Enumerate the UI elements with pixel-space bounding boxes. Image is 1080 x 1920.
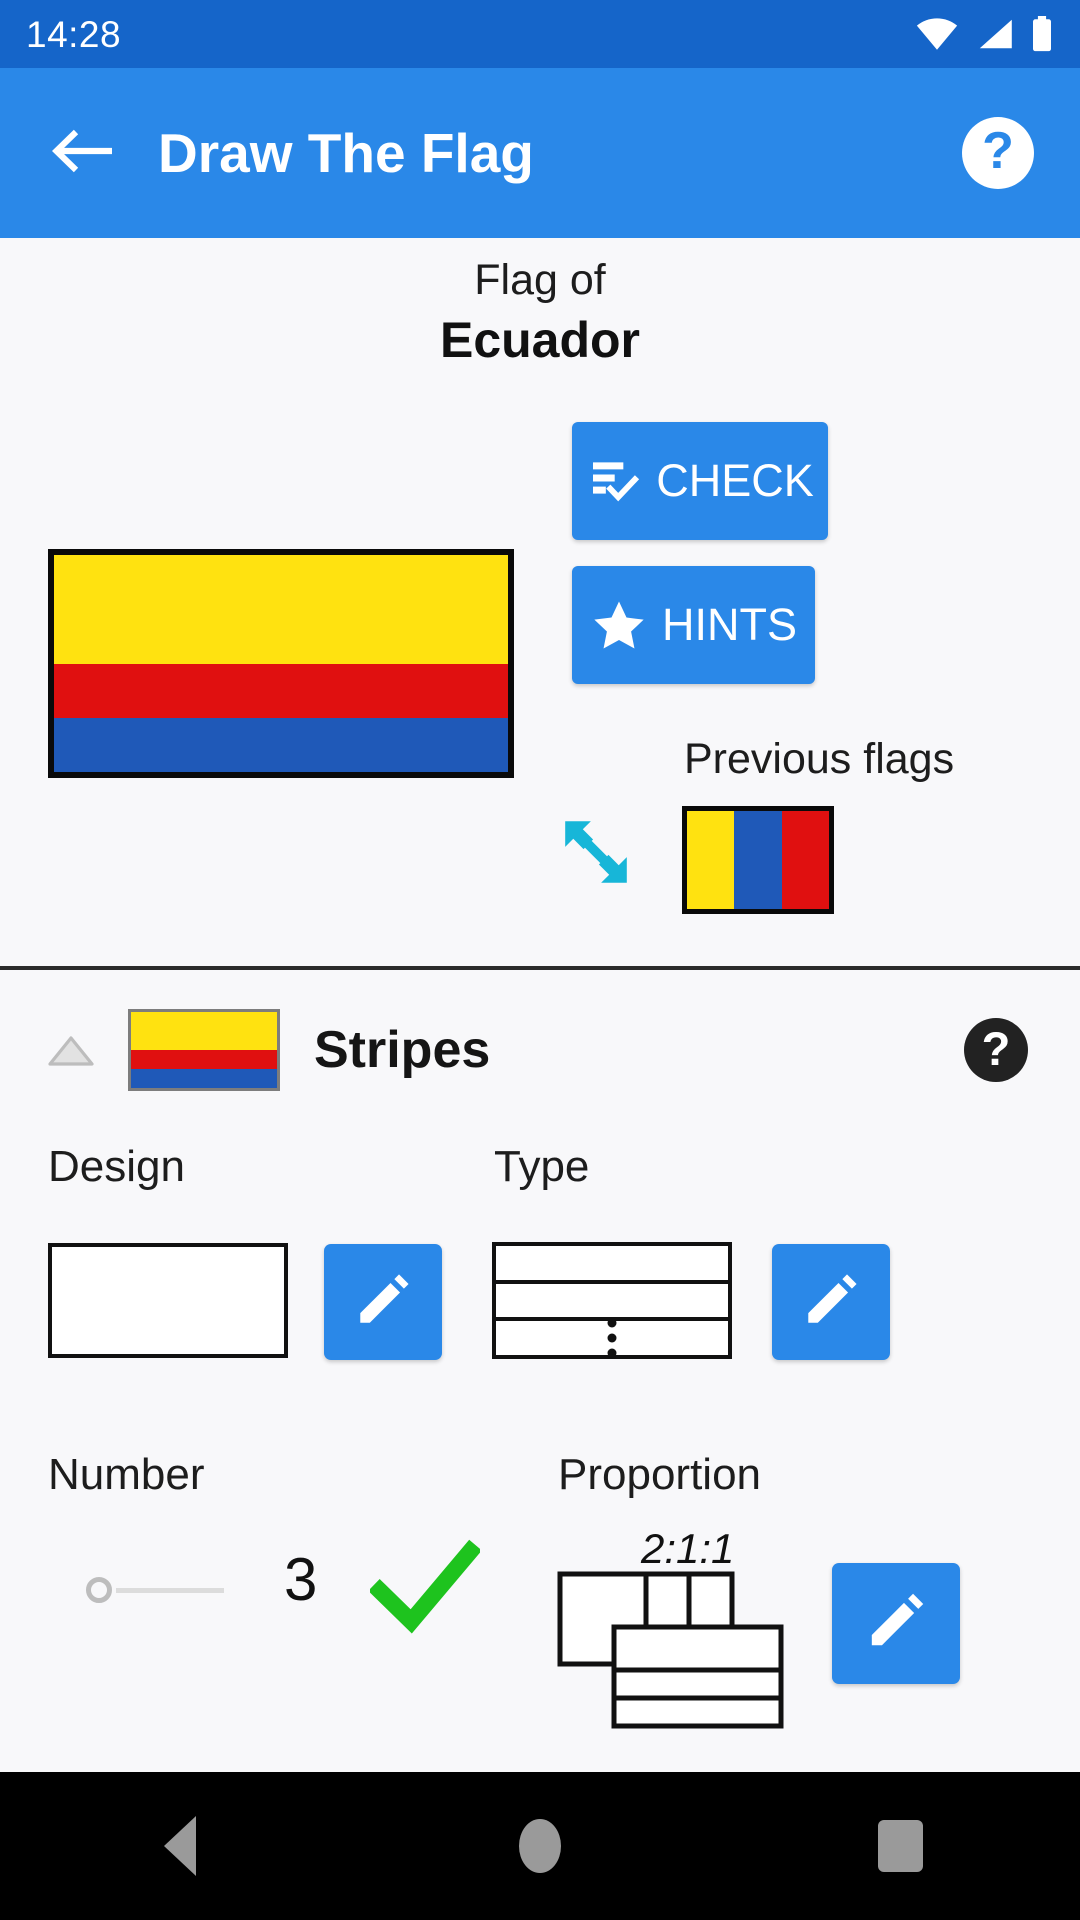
proportion-label: Proportion (558, 1450, 762, 1499)
thumb-band-blue (131, 1069, 277, 1088)
status-clock: 14:28 (26, 13, 122, 55)
slider-track[interactable] (116, 1587, 224, 1593)
caption-prefix: Flag of (474, 256, 606, 304)
android-nav-bar (0, 1772, 1080, 1920)
number-label: Number (48, 1450, 205, 1499)
chevron-up-triangle-icon[interactable] (42, 1021, 100, 1079)
design-preview[interactable] (48, 1243, 288, 1358)
stripes-section: Stripes ? Design Type Number 3 Proportio… (0, 970, 1080, 1770)
nav-recents-square-icon (877, 1820, 923, 1872)
app-screen: 14:28 Draw The Flag ? Flag of Ecuador CH… (0, 0, 1080, 1920)
slider-thumb[interactable] (86, 1577, 112, 1603)
previous-flag-thumbnail[interactable] (682, 806, 834, 914)
number-value: 3 (284, 1546, 318, 1613)
pencil-icon (800, 1269, 862, 1336)
back-button[interactable] (28, 128, 138, 179)
caption-country: Ecuador (439, 311, 641, 368)
nav-back-button[interactable] (90, 1772, 270, 1920)
fact-check-icon (586, 453, 642, 509)
prev-band-red (781, 811, 829, 909)
stripes-help-button[interactable]: ? (964, 1018, 1028, 1082)
nav-home-circle-icon (519, 1819, 561, 1873)
vertical-ellipsis-icon (607, 1318, 617, 1358)
nav-recents-button[interactable] (810, 1772, 990, 1920)
type-stripe-1 (496, 1246, 728, 1284)
check-button[interactable]: CHECK (572, 422, 828, 540)
cellular-signal-icon (974, 18, 1014, 50)
green-check-icon (368, 1538, 482, 1634)
prev-band-blue (734, 811, 782, 909)
flag-panel: Flag of Ecuador CHECK HINTS Previous fla… (0, 238, 1080, 968)
check-button-label: CHECK (656, 455, 814, 506)
status-bar: 14:28 (0, 0, 1080, 68)
edit-type-button[interactable] (772, 1244, 890, 1360)
flag-band-yellow (54, 555, 508, 664)
type-preview[interactable] (492, 1242, 732, 1359)
hints-button-label: HINTS (662, 599, 797, 650)
proportion-ratio: 2:1:1 (641, 1525, 735, 1572)
drawn-flag-canvas[interactable] (48, 549, 514, 778)
type-stripe-3 (496, 1318, 728, 1358)
pencil-icon (863, 1588, 929, 1659)
number-slider[interactable] (86, 1570, 224, 1610)
help-circle-icon: ? (982, 122, 1014, 180)
toolbar-help-button[interactable]: ? (962, 117, 1034, 189)
section-title: Stripes (314, 1021, 491, 1079)
status-icon-group (916, 16, 1054, 52)
thumb-band-yellow (131, 1012, 277, 1050)
battery-icon (1030, 16, 1054, 52)
arrow-left-icon (51, 128, 114, 179)
type-label: Type (494, 1142, 590, 1191)
flag-band-blue (54, 717, 508, 772)
thumb-band-red (131, 1050, 277, 1069)
stripes-thumbnail (128, 1009, 280, 1091)
nav-back-triangle-icon (164, 1816, 196, 1876)
star-icon (590, 596, 648, 654)
hints-button[interactable]: HINTS (572, 566, 815, 684)
edit-proportion-button[interactable] (832, 1563, 960, 1684)
flag-caption: Flag of Ecuador (0, 238, 1080, 373)
page-title: Draw The Flag (158, 122, 534, 184)
wifi-icon (916, 18, 958, 50)
app-bar: Draw The Flag ? (0, 68, 1080, 238)
nav-home-button[interactable] (450, 1772, 630, 1920)
edit-design-button[interactable] (324, 1244, 442, 1360)
type-stripe-2 (496, 1284, 728, 1322)
proportion-diagram-icon (556, 1570, 806, 1740)
design-label: Design (48, 1142, 185, 1191)
flag-band-red (54, 663, 508, 718)
previous-flags-label: Previous flags (684, 735, 955, 783)
help-circle-icon: ? (981, 1022, 1011, 1075)
stripes-section-header: Stripes ? (0, 995, 1080, 1105)
prev-band-yellow (687, 811, 735, 909)
pencil-icon (352, 1269, 414, 1336)
resize-diagonal-icon[interactable] (552, 808, 640, 896)
